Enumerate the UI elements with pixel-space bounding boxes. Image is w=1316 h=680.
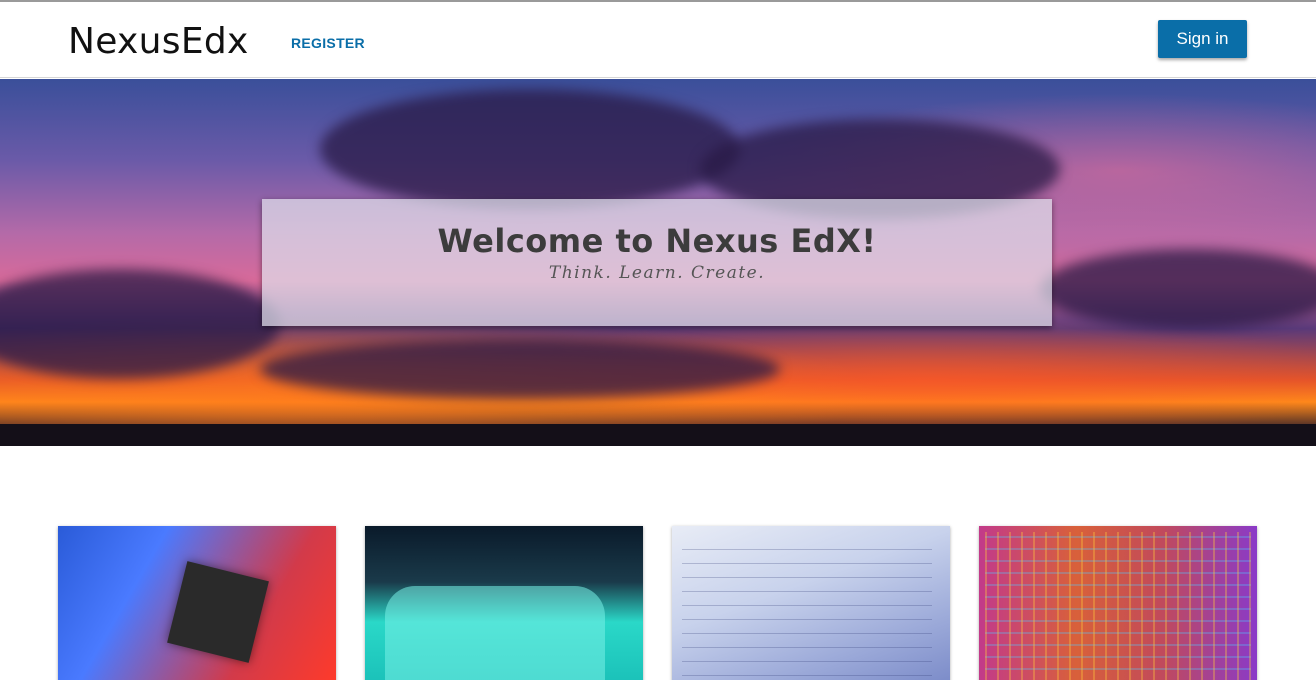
welcome-subtitle: Think. Learn. Create. — [548, 263, 766, 283]
turbine-image — [385, 586, 605, 680]
horizon-ground — [0, 424, 1316, 446]
course-card-math-notes[interactable] — [672, 526, 950, 680]
cloud — [320, 89, 740, 209]
math-notes-image — [682, 546, 932, 676]
sign-in-button[interactable]: Sign in — [1158, 20, 1247, 58]
course-card-turbine[interactable] — [365, 526, 643, 680]
circuit-board-image — [167, 561, 269, 663]
welcome-title: Welcome to Nexus EdX! — [437, 222, 877, 260]
course-card-processor-die[interactable] — [979, 526, 1257, 680]
site-logo[interactable]: NexusEdx — [68, 20, 249, 64]
hero-banner: Welcome to Nexus EdX! Think. Learn. Crea… — [0, 79, 1316, 446]
site-header: NexusEdx REGISTER Sign in — [0, 2, 1316, 78]
cloud — [260, 339, 780, 399]
register-link[interactable]: REGISTER — [291, 34, 365, 52]
welcome-panel: Welcome to Nexus EdX! Think. Learn. Crea… — [262, 199, 1052, 326]
course-card-circuit-board[interactable] — [58, 526, 336, 680]
processor-die-image — [985, 532, 1251, 680]
